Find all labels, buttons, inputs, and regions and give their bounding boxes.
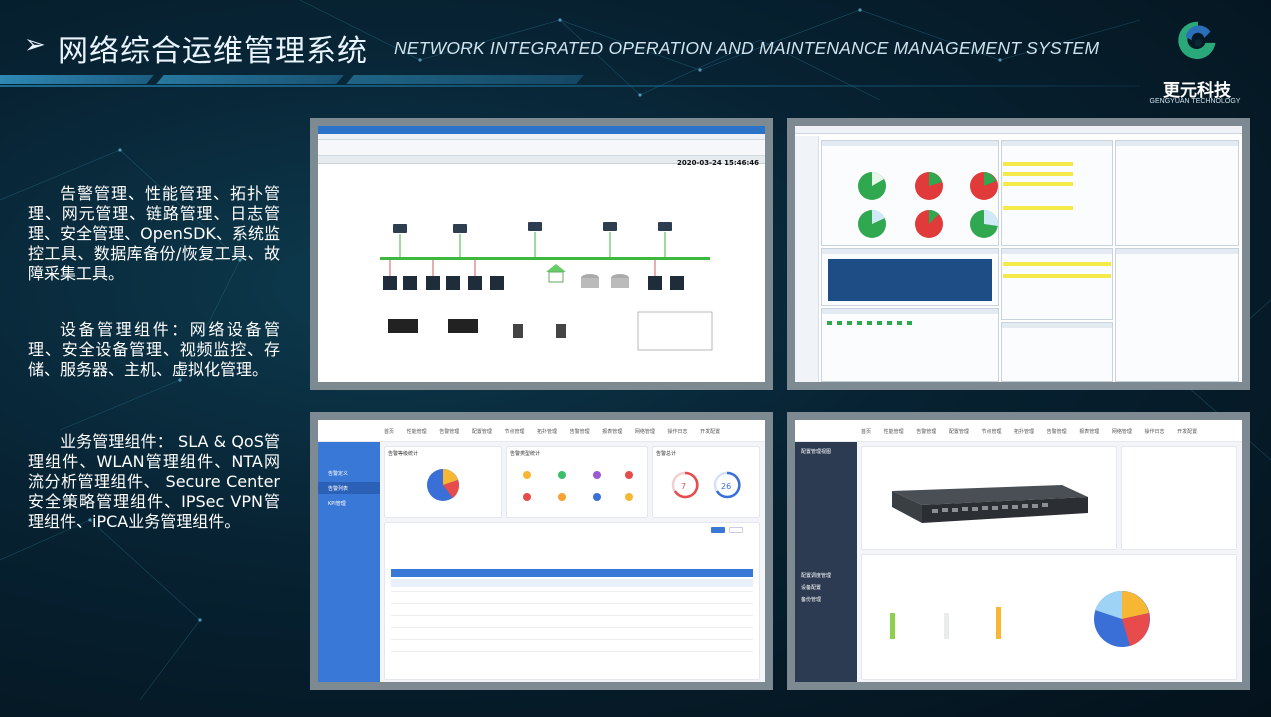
dashboard-graphics bbox=[827, 162, 1111, 325]
side-item-device-config[interactable]: 设备配置 bbox=[801, 584, 821, 591]
tab-report[interactable]: 报表管理 bbox=[1079, 429, 1099, 435]
tab-alarm-2[interactable]: 告警管理 bbox=[570, 429, 590, 435]
device-web-window: 首页 性能管理 告警管理 配置管理 节点管理 拓扑管理 告警管理 报表管理 网络… bbox=[795, 420, 1242, 682]
side-item-kpi[interactable]: KPI管理 bbox=[328, 500, 346, 507]
table-row[interactable] bbox=[391, 579, 753, 587]
tab-topology[interactable]: 拓扑管理 bbox=[1014, 429, 1034, 435]
switch-device-icon bbox=[892, 485, 1088, 523]
screenshot-topology: 2020-03-24 15:46:46 bbox=[310, 118, 773, 390]
alarm-type-icons bbox=[523, 471, 633, 501]
side-item-backup[interactable]: 备份管理 bbox=[801, 596, 821, 603]
alarm-total-card: 告警总计 7 26 bbox=[652, 446, 760, 518]
reset-button[interactable] bbox=[729, 527, 743, 533]
alarm-list-table bbox=[384, 522, 760, 680]
alarm-total-rings bbox=[671, 471, 741, 499]
header-stripe bbox=[156, 75, 344, 84]
device-status-charts bbox=[890, 590, 1150, 647]
tab-config[interactable]: 配置管理 bbox=[472, 429, 492, 435]
alarm-level-card: 告警等级统计 bbox=[384, 446, 502, 518]
tab-network[interactable]: 网络管理 bbox=[635, 429, 655, 435]
device-nav-tabs: 首页 性能管理 告警管理 配置管理 节点管理 拓扑管理 告警管理 报表管理 网络… bbox=[861, 428, 1208, 435]
tab-network[interactable]: 网络管理 bbox=[1112, 429, 1132, 435]
window-titlebar bbox=[318, 126, 765, 134]
tab-alarm-2[interactable]: 告警管理 bbox=[1047, 429, 1067, 435]
tab-node[interactable]: 节点管理 bbox=[981, 429, 1001, 435]
topology-diagram bbox=[373, 216, 713, 354]
tab-home[interactable]: 首页 bbox=[861, 429, 871, 435]
description-service-components: 业务管理组件： SLA & QoS管理组件、WLAN管理组件、NTA网流分析管理… bbox=[28, 432, 280, 531]
card-title: 告警等级统计 bbox=[388, 451, 419, 457]
toolbar bbox=[318, 140, 765, 156]
tab-node[interactable]: 节点管理 bbox=[504, 429, 524, 435]
company-logo-icon bbox=[1178, 21, 1216, 60]
company-name-en: GENGYUAN TECHNOLOGY bbox=[1149, 98, 1241, 105]
header-divider bbox=[0, 85, 1140, 87]
topology-window: 2020-03-24 15:46:46 bbox=[318, 126, 765, 382]
search-button[interactable] bbox=[711, 527, 725, 533]
card-title: 告警类型统计 bbox=[510, 451, 541, 457]
page-header: ➢ 网络综合运维管理系统 NETWORK INTEGRATED OPERATIO… bbox=[0, 0, 1271, 90]
total-all-value: 26 bbox=[721, 482, 732, 491]
device-image-card bbox=[861, 446, 1117, 550]
device-status-card bbox=[861, 554, 1237, 680]
screenshot-device-web: 首页 性能管理 告警管理 配置管理 节点管理 拓扑管理 告警管理 报表管理 网络… bbox=[787, 412, 1250, 690]
alarm-top-nav: 首页 性能管理 告警管理 配置管理 节点管理 拓扑管理 告警管理 报表管理 网络… bbox=[318, 420, 765, 442]
side-item-config-schedule[interactable]: 配置调度管理 bbox=[801, 572, 831, 579]
device-side-nav: 配置管理视图 配置调度管理 设备配置 备份管理 bbox=[795, 442, 857, 682]
description-core-features: 告警管理、性能管理、拓扑管理、网元管理、链路管理、日志管理、安全管理、OpenS… bbox=[28, 184, 280, 283]
device-info-card bbox=[1121, 446, 1237, 550]
alarm-side-nav: 告警定义 告警列表 KPI管理 bbox=[318, 442, 380, 682]
title-arrow-icon: ➢ bbox=[24, 30, 46, 60]
header-stripe bbox=[0, 75, 154, 84]
tab-config[interactable]: 配置管理 bbox=[949, 429, 969, 435]
total-critical-value: 7 bbox=[681, 482, 687, 491]
dashboard-window bbox=[795, 126, 1242, 382]
tab-alarm[interactable]: 告警管理 bbox=[916, 429, 936, 435]
screenshot-dashboard bbox=[787, 118, 1250, 390]
tab-alarm[interactable]: 告警管理 bbox=[439, 429, 459, 435]
tab-oplog[interactable]: 操作日志 bbox=[667, 429, 687, 435]
page-title-en: NETWORK INTEGRATED OPERATION AND MAINTEN… bbox=[394, 38, 1100, 58]
screenshot-alarm-web: 首页 性能管理 告警管理 配置管理 节点管理 拓扑管理 告警管理 报表管理 网络… bbox=[310, 412, 773, 690]
header-stripe bbox=[346, 75, 584, 84]
card-title: 告警总计 bbox=[656, 451, 677, 457]
alarm-nav-tabs: 首页 性能管理 告警管理 配置管理 节点管理 拓扑管理 告警管理 报表管理 网络… bbox=[384, 428, 731, 435]
description-device-components: 设备管理组件：网络设备管理、安全设备管理、视频监控、存储、服务器、主机、虚拟化管… bbox=[28, 320, 280, 379]
side-item-config-view[interactable]: 配置管理视图 bbox=[801, 448, 831, 455]
tab-dev-config[interactable]: 开发配置 bbox=[700, 429, 720, 435]
device-top-nav: 首页 性能管理 告警管理 配置管理 节点管理 拓扑管理 告警管理 报表管理 网络… bbox=[795, 420, 1242, 442]
tab-dev-config[interactable]: 开发配置 bbox=[1177, 429, 1197, 435]
tab-performance[interactable]: 性能管理 bbox=[884, 429, 904, 435]
tab-report[interactable]: 报表管理 bbox=[602, 429, 622, 435]
table-header bbox=[391, 569, 753, 577]
side-item-alarm-list[interactable]: 告警列表 bbox=[328, 485, 348, 492]
alarm-type-card: 告警类型统计 bbox=[506, 446, 648, 518]
alarm-level-pie bbox=[427, 469, 459, 501]
page-title: 网络综合运维管理系统 bbox=[58, 34, 368, 69]
tab-performance[interactable]: 性能管理 bbox=[407, 429, 427, 435]
tab-home[interactable]: 首页 bbox=[384, 429, 394, 435]
tab-oplog[interactable]: 操作日志 bbox=[1144, 429, 1164, 435]
side-item-alarm-def[interactable]: 告警定义 bbox=[328, 470, 348, 477]
tab-topology[interactable]: 拓扑管理 bbox=[537, 429, 557, 435]
alarm-web-window: 首页 性能管理 告警管理 配置管理 节点管理 拓扑管理 告警管理 报表管理 网络… bbox=[318, 420, 765, 682]
